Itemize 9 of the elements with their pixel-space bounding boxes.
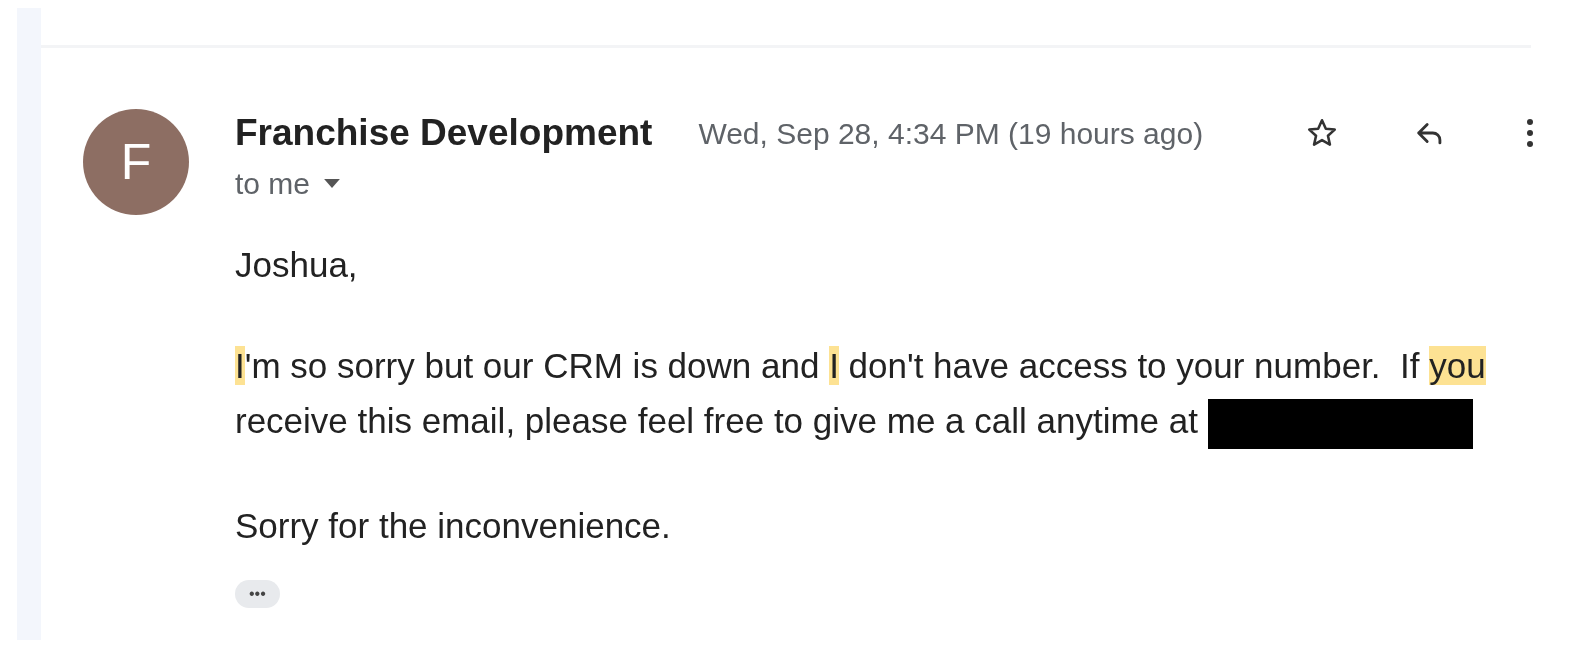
show-trimmed-content-button[interactable]: ••• — [235, 579, 280, 608]
greeting-text: Joshua, — [235, 244, 358, 286]
sender-name: Franchise Development — [235, 111, 653, 156]
closing-text: Sorry for the inconvenience. — [235, 504, 671, 547]
caret-icon — [324, 178, 341, 188]
email-date: Wed, Sep 28, 4:34 PM (19 hours ago) — [698, 115, 1204, 152]
avatar: F — [83, 109, 189, 215]
recipient-dropdown[interactable]: to me — [235, 163, 341, 203]
body-paragraph: I'm so sorry but our CRM is down and I don't have access to your number. If you receive this email, please feel free to give me a call anytime at — [235, 338, 1497, 449]
